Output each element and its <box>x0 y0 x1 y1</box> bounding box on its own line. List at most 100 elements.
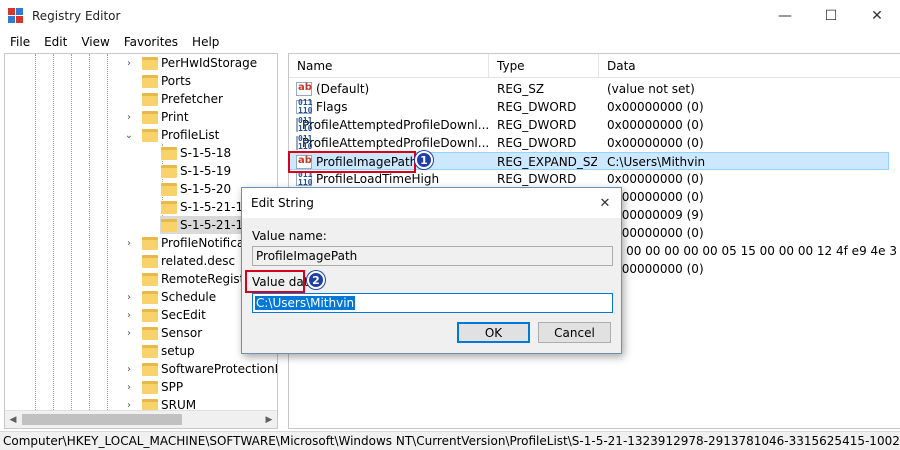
value-name-label: Value name: <box>252 229 327 243</box>
value-data: 0x00000000 (0) <box>607 118 704 132</box>
folder-icon <box>142 56 158 70</box>
expand-chevron-icon[interactable]: › <box>124 288 134 306</box>
scroll-left-arrow-icon[interactable]: ◀ <box>5 411 21 428</box>
tree-item[interactable]: › Sensor <box>5 324 277 342</box>
tree-item-label: ProfileList <box>161 128 220 142</box>
list-row[interactable]: 011 110 ProfileAttemptedProfileDownl... RE… <box>289 116 889 134</box>
value-name-text: ProfileImagePath <box>256 249 358 263</box>
menu-view[interactable]: View <box>74 35 116 49</box>
tree-item-label: S-1-5-18 <box>180 146 232 160</box>
value-type: REG_DWORD <box>497 100 577 114</box>
tree-item-label: S-1-5-20 <box>180 182 232 196</box>
value-name: ProfileAttemptedProfileDownl... <box>302 118 489 132</box>
dialog-title-bar: Edit String ✕ <box>242 188 621 218</box>
value-data: 0x00000000 (0) <box>607 226 704 240</box>
folder-icon <box>142 128 158 142</box>
value-data: 0x00000000 (0) <box>607 190 704 204</box>
scroll-right-arrow-icon[interactable]: ▶ <box>261 411 277 428</box>
tree-item[interactable]: › SoftwareProtectionP <box>5 360 277 378</box>
folder-icon <box>161 200 177 214</box>
tree-item-label: Print <box>161 110 189 124</box>
minimize-button[interactable]: — <box>762 0 808 32</box>
folder-icon <box>142 308 158 322</box>
step-1-badge: 1 <box>415 151 433 169</box>
tree-item[interactable]: › SPP <box>5 378 277 396</box>
tree-item[interactable]: setup <box>5 342 277 360</box>
step-2-badge: 2 <box>307 271 325 289</box>
binary-value-icon: 011 110 <box>296 116 313 133</box>
ok-button[interactable]: OK <box>457 322 530 343</box>
value-data-input[interactable]: C:\Users\Mithvin <box>252 293 613 313</box>
expand-chevron-icon[interactable]: › <box>124 306 134 324</box>
list-row[interactable]: 011 110 Flags REG_DWORD 0x00000000 (0) <box>289 98 889 116</box>
folder-icon <box>142 290 158 304</box>
tree-item[interactable]: › Schedule <box>5 288 277 306</box>
value-data-text[interactable]: C:\Users\Mithvin <box>255 296 356 310</box>
value-data: 0x00000000 (0) <box>607 100 704 114</box>
list-row[interactable]: ab (Default) REG_SZ (value not set) <box>289 80 889 98</box>
tree-item[interactable]: › ProfileNotificat <box>5 234 277 252</box>
tree-item-label: Ports <box>161 74 192 88</box>
cancel-button[interactable]: Cancel <box>538 322 611 343</box>
value-data: 05 00 00 00 00 00 05 15 00 00 00 12 4f e… <box>607 244 897 258</box>
folder-icon <box>142 110 158 124</box>
column-header-name[interactable]: Name <box>289 54 489 78</box>
tree-item-label: related.desc <box>161 254 236 268</box>
menu-favorites[interactable]: Favorites <box>117 35 185 49</box>
column-header-data[interactable]: Data <box>599 54 889 78</box>
menu-help[interactable]: Help <box>185 35 226 49</box>
value-data: 0x00000009 (9) <box>607 208 704 222</box>
menu-edit[interactable]: Edit <box>37 35 74 49</box>
tree-item[interactable]: › Print <box>5 108 277 126</box>
expand-chevron-icon[interactable]: › <box>124 378 134 396</box>
folder-icon <box>142 272 158 286</box>
tree-item[interactable]: related.desc <box>5 252 277 270</box>
string-value-icon: ab <box>296 82 312 96</box>
tree-item[interactable]: › PerHwIdStorage <box>5 54 277 72</box>
value-name: (Default) <box>316 82 370 96</box>
close-button[interactable]: ✕ <box>854 0 900 32</box>
value-type: REG_DWORD <box>497 172 577 186</box>
tree-item-label: Prefetcher <box>161 92 223 106</box>
tree-item[interactable]: S-1-5-21-13 <box>5 198 277 216</box>
folder-icon <box>161 164 177 178</box>
expand-chevron-icon[interactable]: › <box>124 360 134 378</box>
tree-horizontal-scrollbar[interactable]: ◀ ▶ <box>5 410 277 428</box>
maximize-button[interactable]: ☐ <box>808 0 854 32</box>
dialog-close-icon[interactable]: ✕ <box>595 194 615 212</box>
value-type: REG_DWORD <box>497 118 577 132</box>
menu-file[interactable]: File <box>3 35 37 49</box>
value-type: REG_DWORD <box>497 136 577 150</box>
tree-item-label: setup <box>161 344 195 358</box>
registry-editor-icon <box>8 8 24 24</box>
column-header-type[interactable]: Type <box>489 54 599 78</box>
tree-item[interactable]: S-1-5-19 <box>5 162 277 180</box>
scrollbar-thumb[interactable] <box>22 414 182 425</box>
folder-icon <box>142 254 158 268</box>
tree-item[interactable]: S-1-5-18 <box>5 144 277 162</box>
tree-item[interactable]: S-1-5-20 <box>5 180 277 198</box>
menu-bar: File Edit View Favorites Help <box>0 32 900 52</box>
registry-tree[interactable]: › PerHwIdStorage Ports Prefetcher › Prin… <box>4 53 278 429</box>
expand-chevron-icon[interactable]: › <box>124 108 134 126</box>
expand-chevron-icon[interactable]: › <box>124 234 134 252</box>
value-name: ProfileAttemptedProfileDownl... <box>302 136 489 150</box>
value-name-field: ProfileImagePath <box>252 246 613 266</box>
binary-value-icon: 011 110 <box>296 98 313 115</box>
highlight-box-profileimagepath <box>288 151 416 173</box>
expand-chevron-icon[interactable]: › <box>124 324 134 342</box>
expand-chevron-icon[interactable]: › <box>124 54 134 72</box>
collapse-chevron-icon[interactable]: ⌄ <box>124 126 134 144</box>
tree-item[interactable]: ⌄ ProfileList <box>5 126 277 144</box>
folder-icon <box>161 182 177 196</box>
value-data: (value not set) <box>607 82 695 96</box>
tree-item[interactable]: Ports <box>5 72 277 90</box>
value-data: 0x00000000 (0) <box>607 136 704 150</box>
title-bar: Registry Editor — ☐ ✕ <box>0 0 900 32</box>
folder-icon <box>142 326 158 340</box>
list-row[interactable]: 011 110 ProfileAttemptedProfileDownl... RE… <box>289 134 889 152</box>
tree-item[interactable]: Prefetcher <box>5 90 277 108</box>
status-bar: Computer\HKEY_LOCAL_MACHINE\SOFTWARE\Mic… <box>0 431 900 450</box>
tree-item[interactable]: RemoteRegistry <box>5 270 277 288</box>
tree-item[interactable]: › SecEdit <box>5 306 277 324</box>
